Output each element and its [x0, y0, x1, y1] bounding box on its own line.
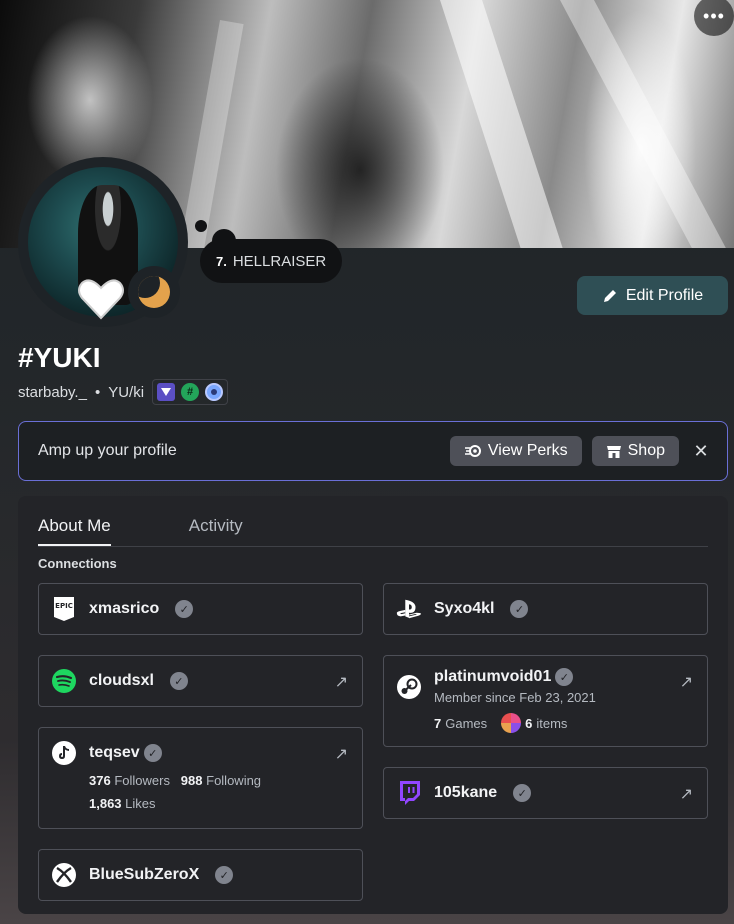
display-name: #YUKI [18, 342, 101, 373]
connection-name: teqsev [89, 744, 140, 761]
status-text: HELLRAISER [232, 252, 327, 270]
tiktok-icon [51, 740, 77, 766]
connection-tiktok[interactable]: teqsev ✓ 376 Followers 988 Following 1,8… [38, 727, 363, 829]
verified-icon: ✓ [510, 600, 529, 618]
spotify-icon [51, 668, 77, 694]
connection-name: platinumvoid01 [434, 668, 552, 685]
connection-name: cloudsxl [89, 672, 154, 689]
hypesquad-badge-icon[interactable] [157, 383, 176, 401]
external-link-icon[interactable]: ↗ [680, 672, 693, 692]
connection-name: 105kane [434, 784, 498, 801]
connection-name: xmasrico [89, 600, 160, 617]
edit-profile-label: Edit Profile [625, 286, 704, 304]
verified-icon: ✓ [169, 672, 188, 690]
amp-profile-text: Amp up your profile [38, 442, 177, 459]
shop-button[interactable]: Shop [591, 436, 679, 466]
username: starbaby._ [18, 383, 87, 401]
status-emoji: 7. [216, 253, 227, 269]
connection-spotify[interactable]: cloudsxl ✓ ↗ [38, 655, 363, 707]
profile-panel: About Me Activity Connections EPIC xmasr… [18, 496, 728, 914]
connection-xbox[interactable]: BlueSubZeroX ✓ [38, 849, 363, 901]
playstation-icon [396, 596, 422, 622]
verified-icon: ✓ [555, 668, 574, 686]
games-label: Games [445, 715, 488, 731]
following-count: 988 [180, 773, 203, 788]
external-link-icon[interactable]: ↗ [335, 744, 348, 764]
user-info-line: starbaby._ • YU/ki # [18, 379, 229, 405]
member-since: Member since Feb 23, 2021 [434, 690, 596, 705]
steam-icon [396, 674, 422, 700]
view-perks-button[interactable]: View Perks [449, 436, 582, 466]
external-link-icon[interactable]: ↗ [335, 672, 348, 692]
status-indicator [128, 266, 180, 318]
epic-games-icon: EPIC [51, 596, 77, 622]
tab-activity[interactable]: Activity [189, 516, 243, 546]
banner-light-ray [174, 20, 244, 248]
idle-moon-icon [138, 276, 170, 308]
likes-count: 1,863 [89, 796, 122, 811]
connection-twitch[interactable]: 105kane ✓ ↗ [383, 767, 708, 819]
verified-icon: ✓ [513, 784, 532, 802]
connections-heading: Connections [38, 556, 117, 571]
banner-light-ray [440, 0, 571, 248]
nitro-badge-icon[interactable] [205, 383, 224, 401]
steam-stats: 7 Games 6 items [434, 713, 596, 733]
nitro-icon [464, 445, 481, 457]
close-icon[interactable]: ✕ [691, 441, 711, 462]
tiktok-follow-stats: 376 Followers 988 Following [89, 773, 261, 788]
badge-list: # [152, 379, 229, 405]
pencil-icon [603, 289, 616, 302]
custom-status: 7. HELLRAISER [200, 239, 343, 283]
connection-name: Syxo4kl [434, 600, 495, 617]
thought-bubble-dot [195, 220, 207, 232]
xbox-icon [51, 862, 77, 888]
followers-label: Followers [114, 773, 170, 788]
games-count: 7 [434, 715, 442, 731]
amp-profile-banner: Amp up your profile View Perks Shop ✕ [18, 421, 728, 481]
verified-icon: ✓ [143, 744, 162, 762]
shop-icon [606, 446, 621, 458]
followers-count: 376 [89, 773, 111, 788]
profile-tabs: About Me Activity [38, 516, 708, 547]
heart-decoration-icon [72, 268, 130, 326]
verified-icon: ✓ [175, 600, 194, 618]
separator-dot: • [94, 383, 101, 401]
items-count: 6 [525, 715, 533, 731]
connection-playstation[interactable]: Syxo4kl ✓ [383, 583, 708, 635]
likes-label: Likes [125, 796, 156, 811]
steam-inventory-icon [501, 713, 522, 733]
shop-label: Shop [627, 442, 665, 459]
hash-badge-icon[interactable]: # [181, 383, 200, 401]
twitch-icon [396, 780, 422, 806]
connection-epic-games[interactable]: EPIC xmasrico ✓ [38, 583, 363, 635]
connection-name: BlueSubZeroX [89, 866, 200, 883]
external-link-icon[interactable]: ↗ [680, 784, 693, 804]
svg-text:EPIC: EPIC [55, 602, 73, 610]
banner-light-ray [560, 0, 728, 248]
verified-icon: ✓ [215, 866, 234, 884]
edit-profile-button[interactable]: Edit Profile [577, 276, 728, 315]
tab-about-me[interactable]: About Me [38, 516, 111, 546]
items-label: items [536, 715, 568, 731]
following-label: Following [206, 773, 262, 788]
connection-steam[interactable]: platinumvoid01 ✓ Member since Feb 23, 20… [383, 655, 708, 747]
view-perks-label: View Perks [487, 442, 568, 459]
pronouns: YU/ki [108, 383, 145, 401]
tiktok-likes: 1,863 Likes [89, 796, 261, 811]
